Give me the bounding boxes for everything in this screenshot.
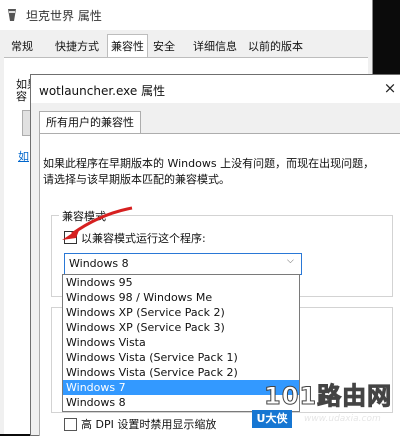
compat-mode-select[interactable]: Windows 8 ⌵ [64,253,302,275]
tab-general[interactable]: 常规 [8,37,36,57]
dropdown-option-windows-xp-sp2[interactable]: Windows XP (Service Pack 2) [63,305,299,320]
front-dialog-titlebar: wotlauncher.exe 属性 × [31,75,400,103]
disable-dpi-scaling-label[interactable]: 高 DPI 设置时禁用显示缩放 [81,416,216,432]
disable-dpi-scaling-checkbox[interactable] [64,418,77,431]
back-description-line: 容 [16,90,27,103]
tab-security[interactable]: 安全 [150,37,178,57]
dropdown-option-windows-98-me[interactable]: Windows 98 / Windows Me [63,290,299,305]
tab-shortcut[interactable]: 快捷方式 [52,37,102,57]
back-window-title: 坦克世界 属性 [26,9,102,23]
description-line-2: 请选择与该早期版本匹配的兼容模式。 [43,173,230,186]
annotation-arrow-icon [62,206,133,240]
tab-all-users-compatibility[interactable]: 所有用户的兼容性 [39,111,141,134]
front-dialog-title: wotlauncher.exe 属性 [39,84,166,98]
back-window-titlebar: 坦克世界 属性 [0,0,372,30]
watermark-logo: 101路由网 [263,382,393,411]
tab-previous-versions[interactable]: 以前的版本 [245,37,306,57]
tab-details[interactable]: 详细信息 [190,37,240,57]
watermark-url: www.udaxia.com [304,414,381,424]
app-icon [8,9,16,21]
dropdown-option-windows-95[interactable]: Windows 95 [63,275,299,290]
description-line-1: 如果此程序在早期版本的 Windows 上没有问题，而现在出现问题， [43,157,375,170]
dropdown-option-windows-vista[interactable]: Windows Vista [63,335,299,350]
compat-mode-select-value: Windows 8 [69,257,129,270]
dropdown-option-windows-xp-sp3[interactable]: Windows XP (Service Pack 3) [63,320,299,335]
back-help-link[interactable]: 如 [18,148,29,164]
close-icon[interactable]: × [381,79,399,97]
tab-compatibility[interactable]: 兼容性 [107,34,148,58]
watermark-badge: U大侠 [252,410,292,428]
chevron-down-icon: ⌵ [287,256,294,266]
dropdown-option-windows-vista-sp1[interactable]: Windows Vista (Service Pack 1) [63,350,299,365]
watermark: 101路由网 U大侠 www.udaxia.com [244,374,400,434]
